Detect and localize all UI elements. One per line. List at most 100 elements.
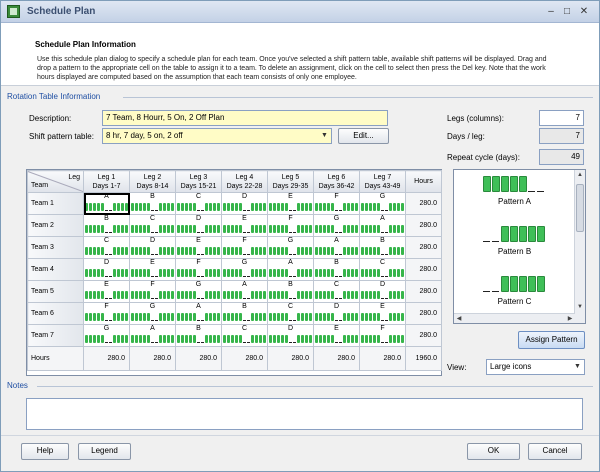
schedule-cell[interactable]: B (267, 280, 314, 303)
schedule-cell[interactable]: F (267, 214, 314, 237)
schedule-cell[interactable]: D (129, 236, 176, 259)
schedule-cell[interactable]: C (359, 258, 406, 281)
schedule-cell[interactable]: A (175, 302, 222, 325)
schedule-cell[interactable]: D (221, 192, 268, 215)
schedule-cell[interactable]: E (129, 258, 176, 281)
shift-pattern-select[interactable]: 8 hr, 7 day, 5 on, 2 off ▼ (102, 128, 332, 144)
pattern-vertical-scrollbar[interactable]: ▲ ▼ (574, 170, 585, 323)
schedule-cell[interactable]: B (83, 214, 130, 237)
schedule-cell[interactable]: C (267, 302, 314, 325)
schedule-cell[interactable]: A (313, 236, 360, 259)
table-row: Team 3 C D E F G A B 280.0 (27, 236, 442, 259)
rotation-grid: Leg Team Leg 1 Days 1-7 Leg 2 Days 8-14 Leg 3D… (27, 170, 442, 371)
schedule-cell[interactable]: G (221, 258, 268, 281)
schedule-cell[interactable]: G (83, 324, 130, 347)
assign-pattern-button[interactable]: Assign Pattern (518, 331, 585, 349)
minimize-icon[interactable]: – (545, 6, 557, 18)
schedule-cell[interactable]: A (359, 214, 406, 237)
schedule-cell[interactable]: C (175, 192, 222, 215)
scroll-right-icon[interactable]: ▶ (565, 314, 575, 323)
help-button[interactable]: Help (21, 443, 69, 460)
table-row: Team 2 B C D E F G A 280.0 (27, 214, 442, 237)
schedule-cell[interactable]: B (359, 236, 406, 259)
schedule-cell[interactable]: A (221, 280, 268, 303)
cell-pattern-preview (223, 269, 267, 280)
legend-button[interactable]: Legend (78, 443, 131, 460)
schedule-cell[interactable]: B (129, 192, 176, 215)
scroll-left-icon[interactable]: ◀ (454, 314, 464, 323)
schedule-cell[interactable]: F (221, 236, 268, 259)
edit-button[interactable]: Edit... (338, 128, 389, 144)
cell-pattern-preview (177, 225, 221, 236)
schedule-cell[interactable]: A (267, 258, 314, 281)
schedule-cell[interactable]: G (129, 302, 176, 325)
notes-textarea[interactable] (26, 398, 583, 430)
close-icon[interactable]: ✕ (578, 6, 590, 18)
schedule-cell[interactable]: B (175, 324, 222, 347)
cell-pattern-preview (85, 203, 129, 214)
schedule-cell[interactable]: C (129, 214, 176, 237)
scroll-thumb[interactable] (576, 184, 584, 232)
chevron-down-icon[interactable]: ▼ (572, 361, 583, 373)
pattern-item[interactable]: Pattern B (454, 222, 575, 270)
cell-pattern-letter: B (334, 259, 339, 267)
schedule-cell[interactable]: B (313, 258, 360, 281)
schedule-cell[interactable]: F (359, 324, 406, 347)
leg-days: Days 29-35 (272, 182, 309, 190)
schedule-cell[interactable]: D (175, 214, 222, 237)
schedule-plan-window: Schedule Plan – □ ✕ Schedule Plan Inform… (0, 0, 600, 472)
team-hours: 280.0 (405, 324, 442, 347)
pattern-item[interactable]: Pattern A (454, 172, 575, 220)
schedule-cell[interactable]: E (359, 302, 406, 325)
cell-pattern-letter: F (334, 193, 339, 201)
schedule-cell[interactable]: G (359, 192, 406, 215)
schedule-cell[interactable]: A (129, 324, 176, 347)
cell-pattern-preview (269, 225, 313, 236)
scroll-up-icon[interactable]: ▲ (575, 170, 585, 181)
maximize-icon[interactable]: □ (561, 6, 573, 18)
schedule-cell[interactable]: A (83, 192, 130, 215)
leg-name: Leg 7 (373, 173, 392, 181)
leg-total-hours: 280.0 (221, 346, 268, 371)
cancel-button[interactable]: Cancel (528, 443, 582, 460)
schedule-cell[interactable]: B (221, 302, 268, 325)
schedule-cell[interactable]: D (359, 280, 406, 303)
schedule-cell[interactable]: D (267, 324, 314, 347)
schedule-cell[interactable]: G (267, 236, 314, 259)
schedule-cell[interactable]: C (83, 236, 130, 259)
schedule-cell[interactable]: F (175, 258, 222, 281)
schedule-cell[interactable]: F (129, 280, 176, 303)
ok-button[interactable]: OK (467, 443, 520, 460)
pattern-name: Pattern C (497, 297, 532, 306)
schedule-cell[interactable]: E (175, 236, 222, 259)
scroll-down-icon[interactable]: ▼ (575, 302, 585, 313)
cell-pattern-preview (223, 335, 267, 346)
schedule-cell[interactable]: E (221, 214, 268, 237)
schedule-cell[interactable]: D (83, 258, 130, 281)
cell-pattern-preview (361, 225, 405, 236)
schedule-cell[interactable]: D (313, 302, 360, 325)
schedule-cell[interactable]: C (313, 280, 360, 303)
cell-pattern-letter: F (288, 215, 293, 223)
schedule-cell[interactable]: F (313, 192, 360, 215)
leg-total-hours: 280.0 (359, 346, 406, 371)
view-select[interactable]: Large icons ▼ (486, 359, 585, 375)
schedule-cell[interactable]: G (175, 280, 222, 303)
cell-pattern-letter: F (196, 259, 201, 267)
description-input[interactable]: 7 Team, 8 Hourr, 5 On, 2 Off Plan (102, 110, 388, 126)
schedule-cell[interactable]: E (313, 324, 360, 347)
schedule-cell[interactable]: E (267, 192, 314, 215)
schedule-cell[interactable]: F (83, 302, 130, 325)
schedule-cell[interactable]: E (83, 280, 130, 303)
cell-pattern-letter: B (150, 193, 155, 201)
legs-input[interactable]: 7 (539, 110, 584, 126)
grand-total-hours: 1960.0 (405, 346, 442, 371)
chevron-down-icon[interactable]: ▼ (319, 130, 330, 142)
cell-pattern-letter: A (104, 193, 109, 201)
pattern-horizontal-scrollbar[interactable]: ◀ ▶ (454, 313, 575, 323)
table-row: Team 7 G A B C D E F 280.0 (27, 324, 442, 347)
schedule-cell[interactable]: G (313, 214, 360, 237)
schedule-cell[interactable]: C (221, 324, 268, 347)
cell-pattern-letter: D (195, 215, 202, 223)
description-label: Description: (29, 114, 72, 123)
